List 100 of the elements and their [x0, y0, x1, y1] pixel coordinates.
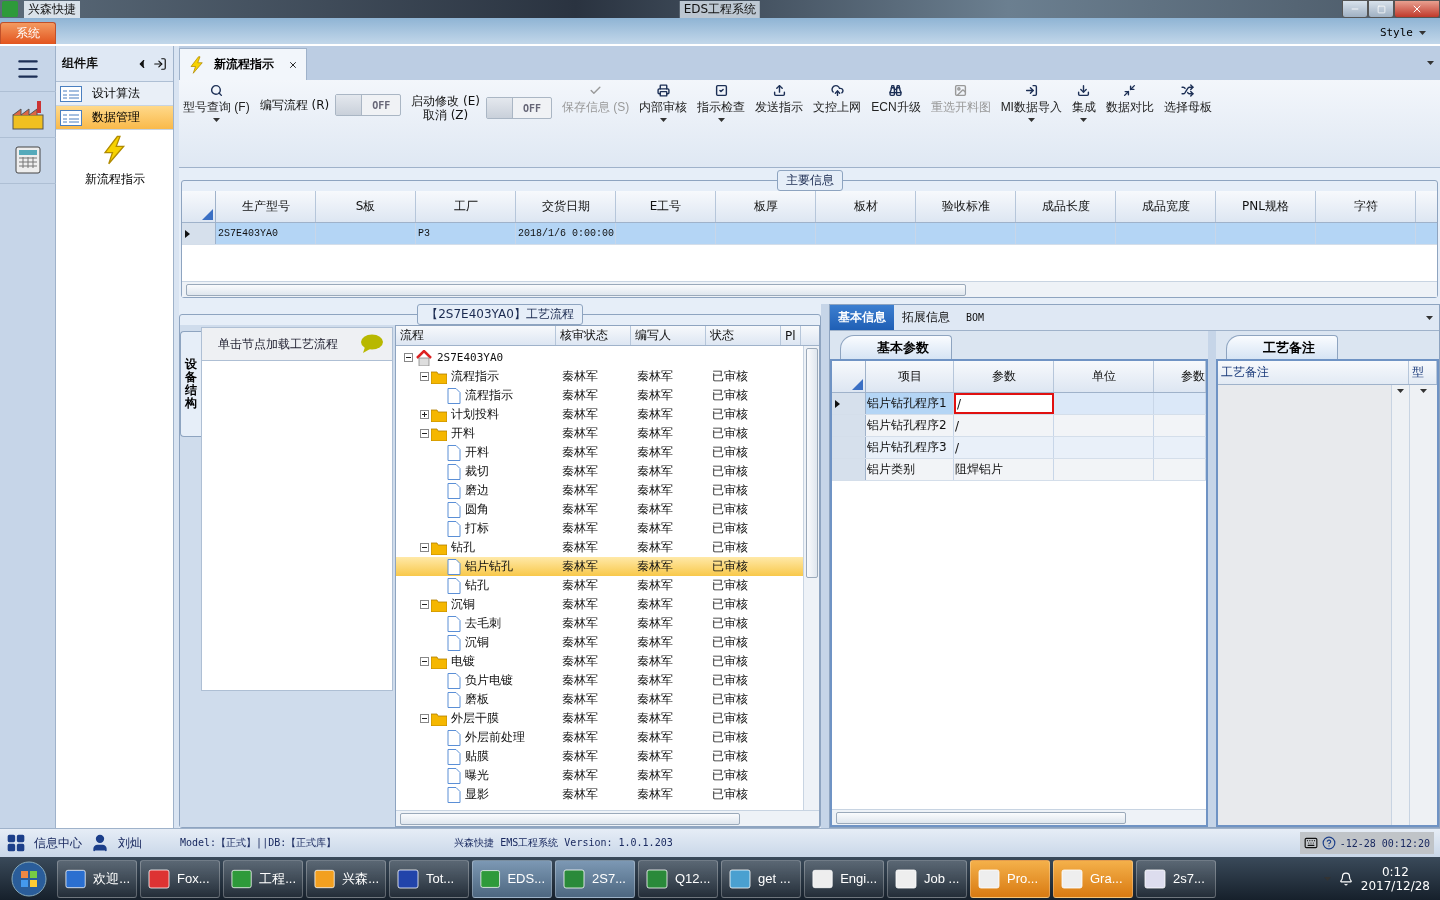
taskbar-button[interactable]: get ...	[721, 859, 801, 898]
taskbar-button[interactable]: 2s7...	[1136, 859, 1216, 898]
toolbar-button[interactable]: 型号查询 (F)	[183, 84, 250, 122]
toolbar-button[interactable]: 指示检查	[697, 84, 746, 122]
column-header[interactable]: 编写人	[631, 326, 706, 345]
tree-row[interactable]: 沉铜 秦林军 秦林军 已审核	[396, 633, 803, 652]
taskbar-button[interactable]: Job ...	[887, 859, 967, 898]
tree-row[interactable]: 负片电镀 秦林军 秦林军 已审核	[396, 671, 803, 690]
column-header[interactable]: 单位	[1054, 361, 1154, 392]
toolbar-button[interactable]: ECN升级	[871, 84, 921, 116]
toggle-switch[interactable]: OFF	[485, 97, 552, 119]
collapse-icon[interactable]	[420, 600, 429, 609]
column-header[interactable]: 板厚	[716, 191, 816, 222]
column-header[interactable]: 成品长度	[1016, 191, 1116, 222]
vertical-scrollbar[interactable]	[803, 346, 819, 810]
tree-row[interactable]: 贴膜 秦林军 秦林军 已审核	[396, 747, 803, 766]
tree-row[interactable]: 钻孔 秦林军 秦林军 已审核	[396, 538, 803, 557]
edit-field[interactable]: /	[954, 393, 1054, 414]
column-header[interactable]: 生产型号	[216, 191, 316, 222]
tree-row[interactable]: 裁切 秦林军 秦林军 已审核	[396, 462, 803, 481]
tree-row[interactable]: 磨边 秦林军 秦林军 已审核	[396, 481, 803, 500]
tree-row[interactable]: 去毛刺 秦林军 秦林军 已审核	[396, 614, 803, 633]
column-header[interactable]: Pl	[781, 326, 801, 345]
tree-row[interactable]: 外层前处理 秦林军 秦林军 已审核	[396, 728, 803, 747]
maximize-button[interactable]	[1368, 0, 1394, 18]
panel-item[interactable]: 设计算法	[56, 82, 173, 106]
column-header[interactable]: PNL规格	[1216, 191, 1316, 222]
taskbar-button[interactable]: Q12...	[638, 859, 718, 898]
detail-tab[interactable]: 拓展信息	[894, 305, 958, 330]
column-header[interactable]: 参数	[1154, 361, 1206, 392]
taskbar-button[interactable]: Engi...	[804, 859, 884, 898]
taskbar-button[interactable]: 兴森...	[306, 859, 386, 898]
param-row[interactable]: 铝片钻孔程序3 /	[832, 437, 1206, 459]
tree-row[interactable]: 钻孔 秦林军 秦林军 已审核	[396, 576, 803, 595]
toggle-switch[interactable]: OFF	[335, 94, 402, 116]
horizontal-scrollbar[interactable]	[182, 281, 1437, 297]
sign-in-icon[interactable]	[153, 56, 167, 71]
tree-row[interactable]: 开料 秦林军 秦林军 已审核	[396, 424, 803, 443]
close-button[interactable]	[1394, 0, 1440, 18]
tree-row[interactable]: 打标 秦林军 秦林军 已审核	[396, 519, 803, 538]
column-header[interactable]: 核审状态	[556, 326, 631, 345]
toolbar-button[interactable]: 集成	[1071, 84, 1096, 122]
tree-row[interactable]: 显影 秦林军 秦林军 已审核	[396, 785, 803, 804]
taskbar-button[interactable]: 工程...	[223, 859, 303, 898]
collapse-icon[interactable]	[420, 714, 429, 723]
column-header[interactable]: S板	[316, 191, 416, 222]
tree-row[interactable]: 曝光 秦林军 秦林军 已审核	[396, 766, 803, 785]
tree-row[interactable]: 2S7E403YA0	[396, 348, 803, 367]
column-header[interactable]: 流程	[396, 326, 556, 345]
table-row[interactable]: 2S7E403YA0 P3 2018/1/6 0:00:00	[182, 223, 1437, 245]
new-flow-tool[interactable]: 新流程指示	[56, 134, 173, 189]
collapse-icon[interactable]	[420, 429, 429, 438]
column-header[interactable]: 参数	[954, 361, 1054, 392]
taskbar-button[interactable]: 2S7...	[555, 859, 635, 898]
column-header[interactable]: 交货日期	[516, 191, 616, 222]
toolbar-button[interactable]: 数据对比	[1105, 84, 1154, 116]
panel-item[interactable]: 数据管理	[56, 106, 173, 130]
toolbar-button[interactable]: 文控上网	[813, 84, 862, 116]
column-header[interactable]: 字符	[1316, 191, 1416, 222]
toolbar-button[interactable]: MI数据导入	[1000, 84, 1062, 122]
taskbar-clock[interactable]: 0:12 2017/12/28	[1360, 864, 1430, 893]
column-header[interactable]: 工厂	[416, 191, 516, 222]
column-header[interactable]: E工号	[616, 191, 716, 222]
param-row[interactable]: 铝片类别 阻焊铝片	[832, 459, 1206, 481]
close-icon[interactable]	[288, 59, 298, 70]
column-header[interactable]: 型	[1409, 361, 1437, 384]
taskbar-button[interactable]: EDS...	[472, 859, 552, 898]
tree-row[interactable]: 开料 秦林军 秦林军 已审核	[396, 443, 803, 462]
tree-row[interactable]: 计划投料 秦林军 秦林军 已审核	[396, 405, 803, 424]
tree-row[interactable]: 磨板 秦林军 秦林军 已审核	[396, 690, 803, 709]
tree-row[interactable]: 电镀 秦林军 秦林军 已审核	[396, 652, 803, 671]
param-row[interactable]: 铝片钻孔程序1 /	[832, 393, 1206, 415]
column-header[interactable]: 验收标准	[916, 191, 1016, 222]
collapse-icon[interactable]	[420, 372, 429, 381]
toolbar-button[interactable]: 内部审核	[639, 84, 688, 122]
params-tab[interactable]: 基本参数	[840, 335, 952, 359]
side-tab[interactable]: 设备结构	[180, 331, 201, 437]
detail-tab[interactable]: 基本信息	[830, 305, 894, 330]
horizontal-scrollbar[interactable]	[832, 809, 1206, 825]
minimize-button[interactable]	[1342, 0, 1368, 18]
tree-row[interactable]: 流程指示 秦林军 秦林军 已审核	[396, 386, 803, 405]
notification-icon[interactable]	[1338, 871, 1353, 886]
collapse-icon[interactable]	[420, 657, 429, 666]
toolbar-button[interactable]: 发送指示	[755, 84, 804, 116]
collapse-icon[interactable]	[404, 353, 413, 362]
info-center-link[interactable]: 信息中心	[34, 834, 82, 852]
taskbar-button[interactable]: 欢迎...	[57, 859, 137, 898]
notes-tab[interactable]: 工艺备注	[1226, 335, 1338, 359]
tree-row[interactable]: 沉铜 秦林军 秦林军 已审核	[396, 595, 803, 614]
column-header[interactable]: 工艺备注	[1218, 361, 1409, 384]
column-header[interactable]: 成品宽度	[1116, 191, 1216, 222]
param-row[interactable]: 铝片钻孔程序2 /	[832, 415, 1206, 437]
collapse-icon[interactable]	[420, 543, 429, 552]
taskbar-button[interactable]: Fox...	[140, 859, 220, 898]
style-menu[interactable]: Style	[1373, 25, 1432, 40]
tree-row[interactable]: 外层干膜 秦林军 秦林军 已审核	[396, 709, 803, 728]
detail-tab[interactable]: BOM	[958, 305, 993, 330]
column-header[interactable]: 状态	[706, 326, 781, 345]
tree-row[interactable]: 流程指示 秦林军 秦林军 已审核	[396, 367, 803, 386]
column-header[interactable]: 项目	[866, 361, 954, 392]
